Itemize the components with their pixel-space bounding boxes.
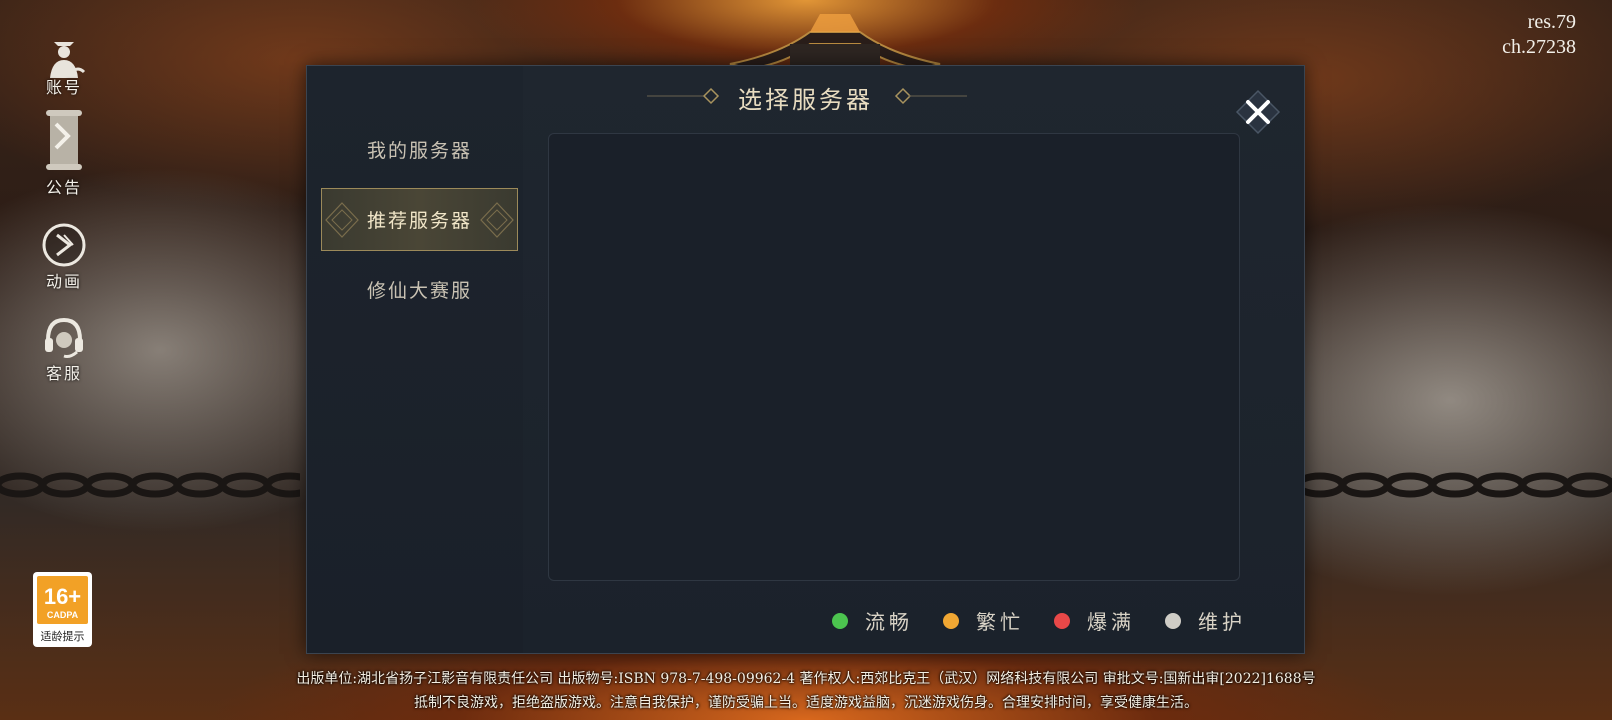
publisher-info: 出版单位:湖北省扬子江影音有限责任公司 出版物号:ISBN 978-7-498-… bbox=[296, 671, 1316, 687]
age-rating-org: CADPA bbox=[46, 610, 79, 620]
version-info: res.79 ch.27238 bbox=[1502, 10, 1576, 60]
res-version: res.79 bbox=[1527, 11, 1576, 33]
tab-my-servers-label: 我的服务器 bbox=[366, 140, 472, 162]
tab-ornament-right bbox=[480, 202, 514, 238]
age-rating-badge[interactable]: 16+ CADPA 适龄提示 bbox=[33, 572, 92, 647]
age-rating-box: 16+ CADPA bbox=[37, 576, 88, 624]
legend-busy: 繁忙 bbox=[943, 606, 1024, 635]
customer-service-headset-icon bbox=[45, 317, 83, 358]
legend-maintenance-label: 维护 bbox=[1198, 610, 1246, 634]
status-dot-maintenance bbox=[1165, 612, 1181, 629]
close-icon[interactable] bbox=[1235, 89, 1281, 135]
server-select-dialog: 选择服务器 我的服务器 推荐服务器 修仙大赛服 流畅 繁忙 爆满 维护 bbox=[306, 65, 1305, 654]
legend-smooth: 流畅 bbox=[832, 606, 913, 635]
account-button[interactable]: 账号 bbox=[36, 34, 92, 98]
tab-recommended-servers-label: 推荐服务器 bbox=[366, 210, 472, 232]
account-label: 账号 bbox=[45, 78, 82, 97]
age-rating-number: 16+ bbox=[43, 584, 82, 609]
legend-full-label: 爆满 bbox=[1087, 610, 1135, 634]
status-dot-smooth bbox=[832, 612, 848, 629]
server-status-legend: 流畅 繁忙 爆满 维护 bbox=[802, 606, 1246, 635]
legend-busy-label: 繁忙 bbox=[976, 610, 1024, 634]
channel-version: ch.27238 bbox=[1502, 36, 1576, 58]
server-list-panel[interactable] bbox=[548, 133, 1240, 581]
legend-smooth-label: 流畅 bbox=[865, 610, 913, 634]
tab-my-servers[interactable]: 我的服务器 bbox=[321, 118, 518, 181]
status-dot-full bbox=[1054, 612, 1070, 629]
tab-cultivation-contest-server[interactable]: 修仙大赛服 bbox=[321, 258, 518, 321]
customer-service-button[interactable]: 客服 bbox=[36, 312, 92, 384]
health-gaming-notice: 抵制不良游戏，拒绝盗版游戏。注意自我保护，谨防受骗上当。适度游戏益脑，沉迷游戏伤… bbox=[414, 695, 1198, 711]
customer-service-label: 客服 bbox=[45, 364, 82, 383]
tab-ornament-left bbox=[325, 202, 359, 238]
tab-recommended-servers[interactable]: 推荐服务器 bbox=[321, 188, 518, 251]
status-dot-busy bbox=[943, 612, 959, 629]
animation-button[interactable]: 动画 bbox=[36, 222, 92, 292]
announcement-button[interactable]: 公告 bbox=[36, 106, 92, 198]
tab-cultivation-contest-label: 修仙大赛服 bbox=[366, 280, 472, 302]
right-chain-decoration bbox=[1300, 472, 1612, 498]
animation-label: 动画 bbox=[45, 272, 82, 291]
left-chain-decoration bbox=[0, 472, 300, 498]
announcement-label: 公告 bbox=[45, 178, 82, 197]
play-animation-icon bbox=[42, 223, 86, 267]
age-rating-hint: 适龄提示 bbox=[40, 630, 85, 643]
announcement-scroll-icon bbox=[46, 110, 82, 170]
dialog-title: 选择服务器 bbox=[738, 86, 873, 114]
legend-maintenance: 维护 bbox=[1165, 606, 1246, 635]
legend-full: 爆满 bbox=[1054, 606, 1135, 635]
